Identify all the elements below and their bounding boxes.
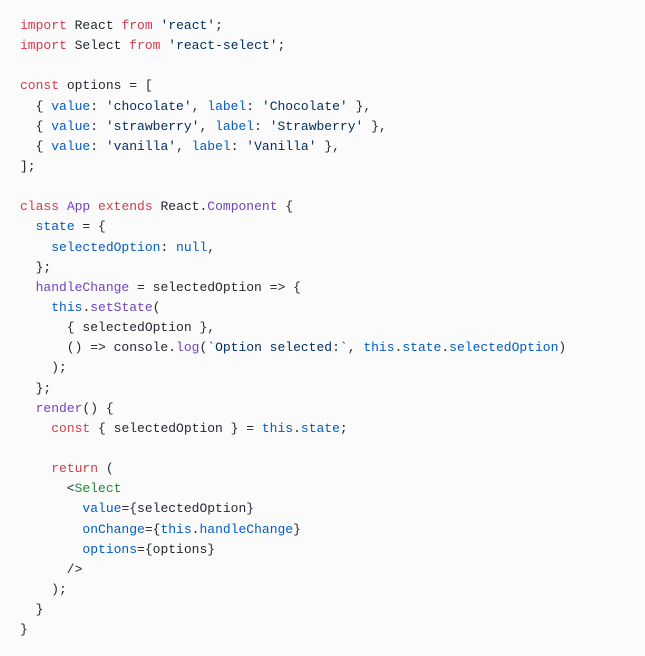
keyword-extends: extends — [98, 199, 153, 214]
keyword-class: class — [20, 199, 59, 214]
property: label — [192, 139, 231, 154]
string: 'vanilla' — [106, 139, 176, 154]
class-name: Component — [207, 199, 277, 214]
class-name: App — [67, 199, 90, 214]
function-name: handleChange — [36, 280, 130, 295]
identifier: React — [75, 18, 114, 33]
code-block: import React from 'react'; import Select… — [20, 16, 625, 640]
identifier: selectedOption — [114, 421, 223, 436]
property: label — [215, 119, 254, 134]
identifier: selectedOption — [153, 280, 262, 295]
string: 'Vanilla' — [246, 139, 316, 154]
keyword-import: import — [20, 18, 67, 33]
identifier: console — [114, 340, 169, 355]
identifier: React — [160, 199, 199, 214]
property: label — [207, 99, 246, 114]
jsx-attr: value — [82, 501, 121, 516]
keyword-const: const — [20, 78, 59, 93]
function-name: log — [176, 340, 199, 355]
property: selectedOption — [449, 340, 558, 355]
jsx-attr: options — [82, 542, 137, 557]
keyword-return: return — [51, 461, 98, 476]
keyword-this: this — [160, 522, 191, 537]
keyword-const: const — [51, 421, 90, 436]
identifier: selectedOption — [82, 320, 191, 335]
identifier: options — [67, 78, 122, 93]
property: value — [51, 99, 90, 114]
keyword-this: this — [262, 421, 293, 436]
string: 'Chocolate' — [262, 99, 348, 114]
keyword-this: this — [363, 340, 394, 355]
string: 'chocolate' — [106, 99, 192, 114]
function-name: setState — [90, 300, 152, 315]
keyword-this: this — [51, 300, 82, 315]
property: handleChange — [199, 522, 293, 537]
property: value — [51, 119, 90, 134]
property: state — [301, 421, 340, 436]
identifier: selectedOption — [137, 501, 246, 516]
string: 'strawberry' — [106, 119, 200, 134]
property: state — [402, 340, 441, 355]
string: 'react' — [160, 18, 215, 33]
jsx-attr: onChange — [82, 522, 144, 537]
keyword-import: import — [20, 38, 67, 53]
keyword-null: null — [176, 240, 207, 255]
property: value — [51, 139, 90, 154]
string: 'Strawberry' — [270, 119, 364, 134]
identifier: options — [153, 542, 208, 557]
keyword-from: from — [121, 18, 152, 33]
property: selectedOption — [51, 240, 160, 255]
property: state — [36, 219, 75, 234]
template-string: `Option selected:` — [207, 340, 347, 355]
keyword-from: from — [129, 38, 160, 53]
identifier: Select — [75, 38, 122, 53]
string: 'react-select' — [168, 38, 277, 53]
function-name: render — [36, 401, 83, 416]
jsx-tag: Select — [75, 481, 122, 496]
